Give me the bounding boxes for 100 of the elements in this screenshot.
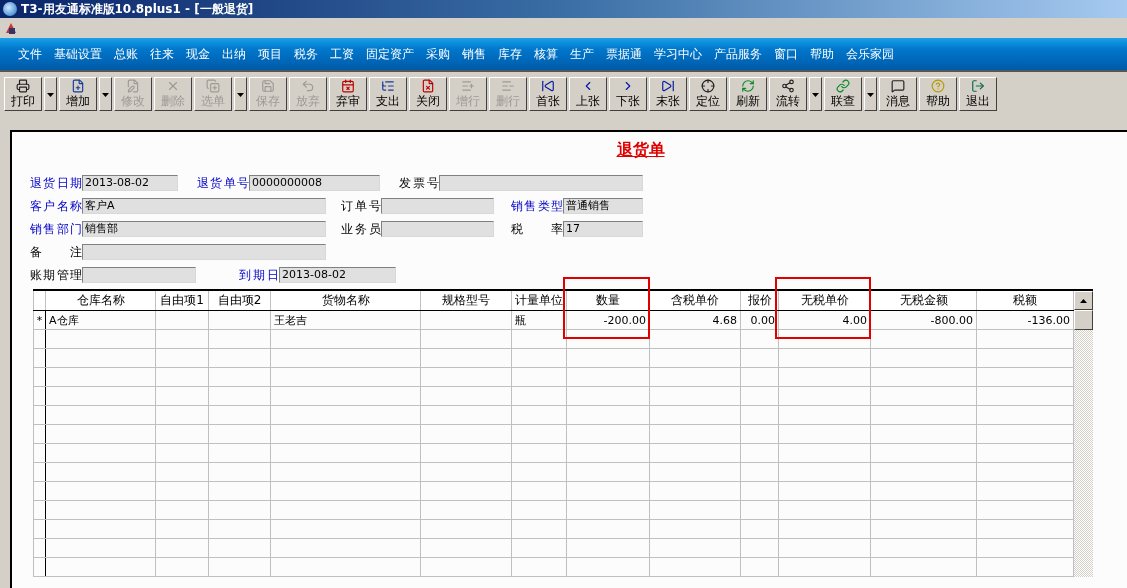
field-label: 账期管理 xyxy=(30,266,82,284)
first-icon xyxy=(540,79,556,93)
scroll-thumb[interactable] xyxy=(1074,310,1093,330)
toolbar-button[interactable]: 帮助 xyxy=(919,77,957,111)
input-field[interactable]: 销售部 xyxy=(82,221,326,237)
input-field[interactable]: 0000000008 xyxy=(249,175,380,191)
dropdown-button[interactable] xyxy=(809,77,822,111)
crosshair-icon xyxy=(700,79,716,93)
menu-item[interactable]: 窗口 xyxy=(768,45,804,63)
field-label: 订单号 xyxy=(341,197,381,215)
document-pen-icon xyxy=(125,79,141,93)
refresh-icon xyxy=(740,79,756,93)
list-tree-icon xyxy=(380,79,396,93)
caret-icon xyxy=(102,92,109,97)
toolbar-button[interactable]: 下张 xyxy=(609,77,647,111)
table-cell: 4.68 xyxy=(649,310,741,330)
menu-item[interactable]: 采购 xyxy=(420,45,456,63)
menu-item[interactable]: 生产 xyxy=(564,45,600,63)
toolbar-button[interactable]: 流转 xyxy=(769,77,807,111)
field-label: 税 率 xyxy=(511,220,563,238)
menu-item[interactable]: 往来 xyxy=(144,45,180,63)
document-title: 退货单 xyxy=(616,140,665,161)
input-field[interactable]: 2013-08-02 xyxy=(82,175,178,191)
column-header[interactable]: 税额 xyxy=(976,290,1074,311)
exit-icon xyxy=(970,79,986,93)
toolbar-button[interactable]: 末张 xyxy=(649,77,687,111)
input-field[interactable] xyxy=(82,244,326,260)
menu-item[interactable]: 核算 xyxy=(528,45,564,63)
field-label: 销售类型 xyxy=(511,197,563,215)
toolbar-button[interactable]: 上张 xyxy=(569,77,607,111)
input-field[interactable] xyxy=(381,198,494,214)
menu-item[interactable]: 产品服务 xyxy=(708,45,768,63)
menu-item[interactable]: 销售 xyxy=(456,45,492,63)
toolbar-button[interactable]: 弃审 xyxy=(329,77,367,111)
dropdown-button[interactable] xyxy=(99,77,112,111)
input-field[interactable] xyxy=(82,267,196,283)
menu-item[interactable]: 税务 xyxy=(288,45,324,63)
menu-item[interactable]: 学习中心 xyxy=(648,45,708,63)
column-header[interactable]: 无税金额 xyxy=(870,290,977,311)
column-header[interactable]: 规格型号 xyxy=(420,290,512,311)
help-icon xyxy=(930,79,946,93)
input-field[interactable]: 客户A xyxy=(82,198,326,214)
column-header[interactable]: 报价 xyxy=(740,290,779,311)
undo-icon xyxy=(300,79,316,93)
menu-item[interactable]: 固定资产 xyxy=(360,45,420,63)
menu-item[interactable]: 基础设置 xyxy=(48,45,108,63)
column-header[interactable]: 含税单价 xyxy=(649,290,741,311)
column-header[interactable]: 仓库名称 xyxy=(45,290,156,311)
toolbar-button[interactable]: 首张 xyxy=(529,77,567,111)
table-cell: -136.00 xyxy=(976,310,1074,330)
menu-item[interactable]: 现金 xyxy=(180,45,216,63)
field-label: 业务员 xyxy=(341,220,381,238)
toolbar-button[interactable]: 退出 xyxy=(959,77,997,111)
menu-item[interactable]: 总账 xyxy=(108,45,144,63)
column-header[interactable]: 数量 xyxy=(566,290,650,311)
dropdown-button[interactable] xyxy=(44,77,57,111)
input-field[interactable] xyxy=(381,221,494,237)
dropdown-button[interactable] xyxy=(864,77,877,111)
column-header[interactable]: 自由项1 xyxy=(155,290,209,311)
list-plus-icon xyxy=(460,79,476,93)
input-field[interactable]: 2013-08-02 xyxy=(279,267,396,283)
field-label: 发票号 xyxy=(399,174,439,192)
menu-item[interactable]: 工资 xyxy=(324,45,360,63)
share-icon xyxy=(780,79,796,93)
toolbar-button[interactable]: 刷新 xyxy=(729,77,767,111)
scrollbar[interactable] xyxy=(1074,289,1093,577)
menu-item[interactable]: 库存 xyxy=(492,45,528,63)
menu-item[interactable]: 出纳 xyxy=(216,45,252,63)
field-label: 退货日期 xyxy=(30,174,82,192)
column-header[interactable]: 自由项2 xyxy=(208,290,271,311)
field-label: 备 注 xyxy=(30,243,82,261)
input-field[interactable]: 普通销售 xyxy=(563,198,643,214)
field-label: 销售部门 xyxy=(30,220,82,238)
caret-icon xyxy=(47,92,54,97)
menu-item[interactable]: 项目 xyxy=(252,45,288,63)
toolbar-button[interactable]: 打印 xyxy=(4,77,42,111)
toolbar-button[interactable]: 联查 xyxy=(824,77,862,111)
document-copy-icon xyxy=(205,79,221,93)
toolbar-button[interactable]: 增加 xyxy=(59,77,97,111)
toolbar-button[interactable]: 支出 xyxy=(369,77,407,111)
app-icon xyxy=(3,2,17,16)
toolbar-button[interactable]: 关闭 xyxy=(409,77,447,111)
menu-item[interactable]: 会乐家园 xyxy=(840,45,900,63)
input-field[interactable]: 17 xyxy=(563,221,643,237)
column-header[interactable]: 货物名称 xyxy=(270,290,421,311)
dropdown-button[interactable] xyxy=(234,77,247,111)
message-icon xyxy=(890,79,906,93)
table-cell: -800.00 xyxy=(870,310,977,330)
menu-item[interactable]: 票据通 xyxy=(600,45,648,63)
table-cell: 0.00 xyxy=(740,310,779,330)
toolbar-button[interactable]: 消息 xyxy=(879,77,917,111)
column-header[interactable]: 无税单价 xyxy=(778,290,871,311)
up-arrow-icon xyxy=(1080,298,1087,303)
menu-item[interactable]: 文件 xyxy=(12,45,48,63)
scroll-up-button[interactable] xyxy=(1074,291,1093,310)
field-label: 退货单号 xyxy=(197,174,249,192)
menu-item[interactable]: 帮助 xyxy=(804,45,840,63)
input-field[interactable] xyxy=(439,175,643,191)
toolbar-button[interactable]: 定位 xyxy=(689,77,727,111)
column-header[interactable]: 计量单位 xyxy=(511,290,567,311)
